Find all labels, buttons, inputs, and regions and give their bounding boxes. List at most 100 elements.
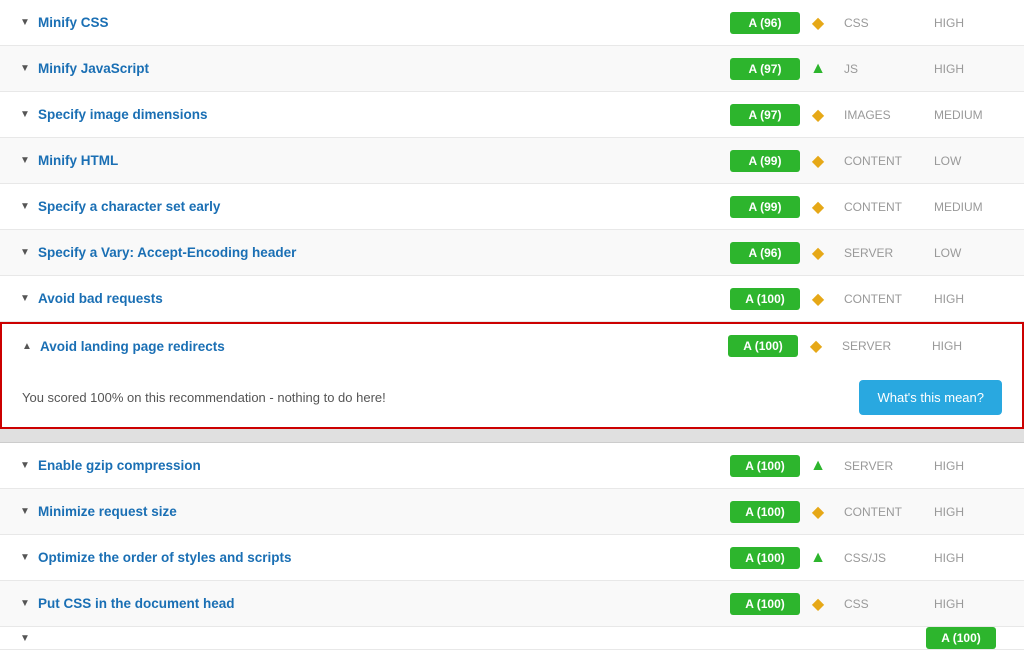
row-landing-redirects: ▲ Avoid landing page redirects A (100) ◆…	[0, 322, 1024, 368]
performance-table: ▼ Minify CSS A (96) ◆ CSS HIGH ▼ Minify …	[0, 0, 1024, 650]
row-minify-html: ▼ Minify HTML A (99) ◆ CONTENT LOW	[0, 138, 1024, 184]
title-styles-order[interactable]: Optimize the order of styles and scripts	[38, 550, 292, 565]
priority-vary-header: LOW	[934, 246, 1004, 260]
priority-minify-css: HIGH	[934, 16, 1004, 30]
category-gzip: SERVER	[844, 459, 934, 473]
row-name-request-size: ▼ Minimize request size	[20, 504, 730, 519]
priority-css-head: HIGH	[934, 597, 1004, 611]
row-name-css-head: ▼ Put CSS in the document head	[20, 596, 730, 611]
score-area-minify-html: A (99) ◆ CONTENT LOW	[730, 150, 1004, 172]
title-css-head[interactable]: Put CSS in the document head	[38, 596, 235, 611]
toggle-vary-header[interactable]: ▼	[20, 247, 32, 258]
row-name-bad-requests: ▼ Avoid bad requests	[20, 291, 730, 306]
toggle-styles-order[interactable]: ▼	[20, 552, 32, 563]
badge-bad-requests: A (100)	[730, 288, 800, 310]
expanded-text-landing-redirects: You scored 100% on this recommendation -…	[22, 390, 386, 405]
score-area-minify-css: A (96) ◆ CSS HIGH	[730, 12, 1004, 34]
row-minify-js: ▼ Minify JavaScript A (97) ▲ JS HIGH	[0, 46, 1024, 92]
title-vary-header[interactable]: Specify a Vary: Accept-Encoding header	[38, 245, 296, 260]
title-bad-requests[interactable]: Avoid bad requests	[38, 291, 163, 306]
trend-character-set: ◆	[808, 197, 828, 217]
continuation-score-area: A (100)	[926, 627, 1004, 649]
toggle-character-set[interactable]: ▼	[20, 201, 32, 212]
row-bad-requests: ▼ Avoid bad requests A (100) ◆ CONTENT H…	[0, 276, 1024, 322]
badge-css-head: A (100)	[730, 593, 800, 615]
continuation-toggle[interactable]: ▼	[20, 633, 32, 644]
title-image-dimensions[interactable]: Specify image dimensions	[38, 107, 208, 122]
row-name-minify-js: ▼ Minify JavaScript	[20, 61, 730, 76]
toggle-minify-js[interactable]: ▼	[20, 63, 32, 74]
score-area-character-set: A (99) ◆ CONTENT MEDIUM	[730, 196, 1004, 218]
score-area-gzip: A (100) ▲ SERVER HIGH	[730, 455, 1004, 477]
row-image-dimensions: ▼ Specify image dimensions A (97) ◆ IMAG…	[0, 92, 1024, 138]
title-landing-redirects[interactable]: Avoid landing page redirects	[40, 339, 225, 354]
row-request-size: ▼ Minimize request size A (100) ◆ CONTEN…	[0, 489, 1024, 535]
badge-image-dimensions: A (97)	[730, 104, 800, 126]
score-area-request-size: A (100) ◆ CONTENT HIGH	[730, 501, 1004, 523]
row-name-gzip: ▼ Enable gzip compression	[20, 458, 730, 473]
toggle-landing-redirects[interactable]: ▲	[22, 341, 34, 352]
trend-minify-js: ▲	[808, 60, 828, 78]
score-area-landing-redirects: A (100) ◆ SERVER HIGH	[728, 335, 1002, 357]
row-name-minify-html: ▼ Minify HTML	[20, 153, 730, 168]
toggle-bad-requests[interactable]: ▼	[20, 293, 32, 304]
row-name-styles-order: ▼ Optimize the order of styles and scrip…	[20, 550, 730, 565]
rows-group-2: ▼ Enable gzip compression A (100) ▲ SERV…	[0, 443, 1024, 627]
trend-request-size: ◆	[808, 502, 828, 522]
category-landing-redirects: SERVER	[842, 339, 932, 353]
trend-minify-css: ◆	[808, 13, 828, 33]
category-vary-header: SERVER	[844, 246, 934, 260]
whats-mean-button[interactable]: What's this mean?	[859, 380, 1002, 415]
title-minify-html[interactable]: Minify HTML	[38, 153, 118, 168]
category-character-set: CONTENT	[844, 200, 934, 214]
title-minify-js[interactable]: Minify JavaScript	[38, 61, 149, 76]
badge-minify-css: A (96)	[730, 12, 800, 34]
priority-request-size: HIGH	[934, 505, 1004, 519]
badge-landing-redirects: A (100)	[728, 335, 798, 357]
title-gzip[interactable]: Enable gzip compression	[38, 458, 201, 473]
row-name-character-set: ▼ Specify a character set early	[20, 199, 730, 214]
priority-minify-html: LOW	[934, 154, 1004, 168]
category-css-head: CSS	[844, 597, 934, 611]
row-css-head: ▼ Put CSS in the document head A (100) ◆…	[0, 581, 1024, 627]
badge-minify-js: A (97)	[730, 58, 800, 80]
category-request-size: CONTENT	[844, 505, 934, 519]
trend-vary-header: ◆	[808, 243, 828, 263]
toggle-minify-html[interactable]: ▼	[20, 155, 32, 166]
badge-vary-header: A (96)	[730, 242, 800, 264]
row-gzip: ▼ Enable gzip compression A (100) ▲ SERV…	[0, 443, 1024, 489]
trend-css-head: ◆	[808, 594, 828, 614]
score-area-css-head: A (100) ◆ CSS HIGH	[730, 593, 1004, 615]
badge-styles-order: A (100)	[730, 547, 800, 569]
toggle-request-size[interactable]: ▼	[20, 506, 32, 517]
row-name-vary-header: ▼ Specify a Vary: Accept-Encoding header	[20, 245, 730, 260]
row-name-landing-redirects: ▲ Avoid landing page redirects	[22, 339, 728, 354]
trend-styles-order: ▲	[808, 549, 828, 567]
row-name-image-dimensions: ▼ Specify image dimensions	[20, 107, 730, 122]
continuation-row: ▼ A (100)	[0, 627, 1024, 650]
rows-group-1: ▼ Minify CSS A (96) ◆ CSS HIGH ▼ Minify …	[0, 0, 1024, 429]
continuation-name: ▼	[20, 633, 926, 644]
row-minify-css: ▼ Minify CSS A (96) ◆ CSS HIGH	[0, 0, 1024, 46]
trend-landing-redirects: ◆	[806, 336, 826, 356]
toggle-css-head[interactable]: ▼	[20, 598, 32, 609]
category-minify-css: CSS	[844, 16, 934, 30]
row-vary-header: ▼ Specify a Vary: Accept-Encoding header…	[0, 230, 1024, 276]
title-character-set[interactable]: Specify a character set early	[38, 199, 220, 214]
priority-image-dimensions: MEDIUM	[934, 108, 1004, 122]
continuation-badge: A (100)	[926, 627, 996, 649]
priority-landing-redirects: HIGH	[932, 339, 1002, 353]
badge-character-set: A (99)	[730, 196, 800, 218]
priority-gzip: HIGH	[934, 459, 1004, 473]
expanded-content-landing-redirects: You scored 100% on this recommendation -…	[0, 368, 1024, 429]
category-image-dimensions: IMAGES	[844, 108, 934, 122]
badge-gzip: A (100)	[730, 455, 800, 477]
title-request-size[interactable]: Minimize request size	[38, 504, 177, 519]
toggle-minify-css[interactable]: ▼	[20, 17, 32, 28]
trend-image-dimensions: ◆	[808, 105, 828, 125]
title-minify-css[interactable]: Minify CSS	[38, 15, 109, 30]
row-character-set: ▼ Specify a character set early A (99) ◆…	[0, 184, 1024, 230]
trend-minify-html: ◆	[808, 151, 828, 171]
toggle-gzip[interactable]: ▼	[20, 460, 32, 471]
toggle-image-dimensions[interactable]: ▼	[20, 109, 32, 120]
